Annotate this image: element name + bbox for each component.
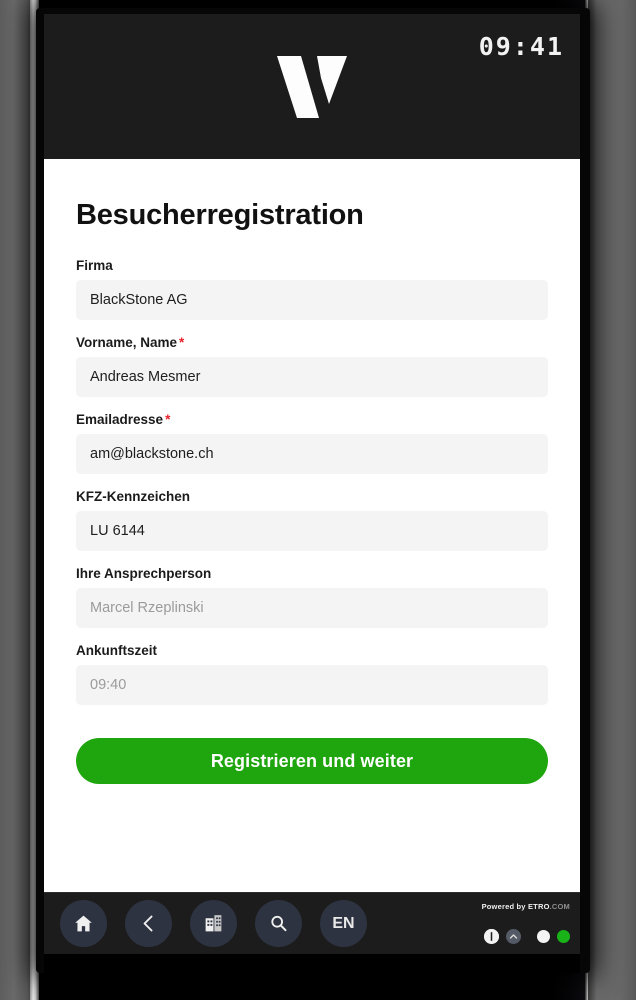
field-label: Ankunftszeit [76,643,157,658]
info-badge-icon[interactable] [484,929,499,944]
back-button[interactable] [125,900,172,947]
building-icon [205,915,222,932]
field-email: Emailadresse * am@blackstone.ch [76,412,548,474]
brand-prefix: Powered by [481,902,528,911]
field-label: Emailadresse * [76,412,171,427]
back-icon [143,915,153,932]
page-title: Besucherregistration [76,199,364,231]
required-marker: * [179,335,185,350]
photo-scene: 09:41 Besucherregistration Firma BlackSt… [0,0,636,1000]
wall-left [0,0,34,1000]
field-license-plate: KFZ-Kennzeichen LU 6144 [76,489,548,551]
field-full-name: Vorname, Name * Andreas Mesmer [76,335,548,397]
chevron-up-badge-icon[interactable] [506,929,521,944]
field-label: Ihre Ansprechperson [76,566,212,581]
status-clock: 09:41 [478,32,564,61]
device-bezel-bottom [44,954,580,973]
registration-form: Besucherregistration Firma BlackStone AG… [44,159,580,892]
contact-person-input[interactable]: Marcel Rzeplinski [76,588,548,628]
status-indicators [484,929,570,944]
field-company: Firma BlackStone AG [76,258,548,320]
home-icon [75,915,92,932]
language-label: EN [332,914,355,932]
kiosk-device: 09:41 Besucherregistration Firma BlackSt… [36,8,590,973]
company-input[interactable]: BlackStone AG [76,280,548,320]
building-button[interactable] [190,900,237,947]
brand-suffix: .COM [549,902,570,911]
app-header: 09:41 [44,14,580,159]
home-button[interactable] [60,900,107,947]
vendoc-v-logo [277,55,347,118]
field-arrival-time: Ankunftszeit 09:40 [76,643,548,705]
wall-right [588,0,636,1000]
search-button[interactable] [255,900,302,947]
chevron-up-icon [509,934,518,939]
field-label: Firma [76,258,113,273]
search-icon [271,915,287,932]
field-label: Vorname, Name * [76,335,185,350]
required-marker: * [165,412,171,427]
license-plate-input[interactable]: LU 6144 [76,511,548,551]
status-dot-green [557,930,570,943]
kiosk-screen: 09:41 Besucherregistration Firma BlackSt… [44,14,580,954]
bottom-navbar: EN Powered by ETRO.COM [44,892,580,954]
email-input[interactable]: am@blackstone.ch [76,434,548,474]
field-label: KFZ-Kennzeichen [76,489,191,504]
arrival-time-input[interactable]: 09:40 [76,665,548,705]
field-contact-person: Ihre Ansprechperson Marcel Rzeplinski [76,566,548,628]
info-icon [484,929,499,944]
language-button[interactable]: EN [320,900,367,947]
powered-by-label: Powered by ETRO.COM [482,902,570,911]
submit-button[interactable]: Registrieren und weiter [76,738,548,784]
status-dot-white [537,930,550,943]
brand-name: ETRO [527,902,550,911]
full-name-input[interactable]: Andreas Mesmer [76,357,548,397]
